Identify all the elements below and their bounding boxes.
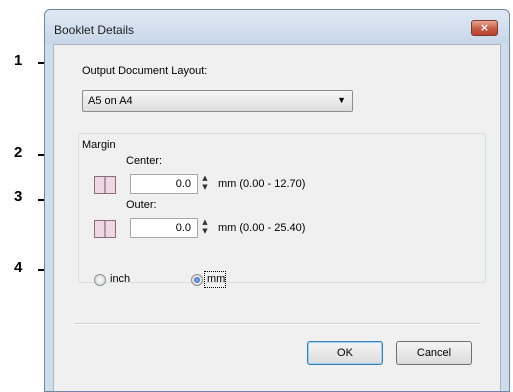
callout-3: 3 [14,188,23,205]
callout-4: 4 [14,259,23,276]
callout-2: 2 [14,144,23,161]
spin-up-icon[interactable]: ▲ [200,218,210,227]
output-layout-select[interactable]: A5 on A4 ▼ [82,90,353,112]
outer-margin-range: mm (0.00 - 25.40) [218,222,306,234]
title-bar[interactable]: Booklet Details × [45,10,509,44]
ok-button[interactable]: OK [307,341,383,365]
center-label: Center: [126,155,163,167]
center-margin-spinner[interactable]: ▲ ▼ [200,174,210,194]
mm-radio-label[interactable]: mm [207,273,225,285]
cancel-button[interactable]: Cancel [396,341,472,365]
close-icon: × [479,21,490,34]
output-layout-label: Output Document Layout: [82,65,208,77]
inch-radio[interactable] [94,274,106,286]
output-layout-value: A5 on A4 [88,95,133,107]
outer-margin-input[interactable]: 0.0 [130,218,198,238]
outer-margin-book-icon [94,220,116,238]
callout-1: 1 [14,52,23,69]
outer-label: Outer: [126,199,157,211]
mm-radio[interactable] [191,274,203,286]
center-margin-book-icon [94,176,116,194]
dialog-body: Output Document Layout: A5 on A4 ▼ Margi… [53,44,501,391]
center-margin-range: mm (0.00 - 12.70) [218,178,306,190]
dialog-title: Booklet Details [54,23,135,37]
center-margin-input[interactable]: 0.0 [130,174,198,194]
spin-down-icon[interactable]: ▼ [200,183,210,192]
spin-up-icon[interactable]: ▲ [200,174,210,183]
margin-group-label: Margin [80,139,118,151]
outer-margin-spinner[interactable]: ▲ ▼ [200,218,210,238]
spin-down-icon[interactable]: ▼ [200,227,210,236]
chevron-down-icon: ▼ [337,95,346,105]
inch-radio-label[interactable]: inch [110,273,130,285]
close-button[interactable]: × [471,20,498,36]
separator [74,323,480,325]
booklet-details-dialog: Booklet Details × Output Document Layout… [44,9,510,392]
